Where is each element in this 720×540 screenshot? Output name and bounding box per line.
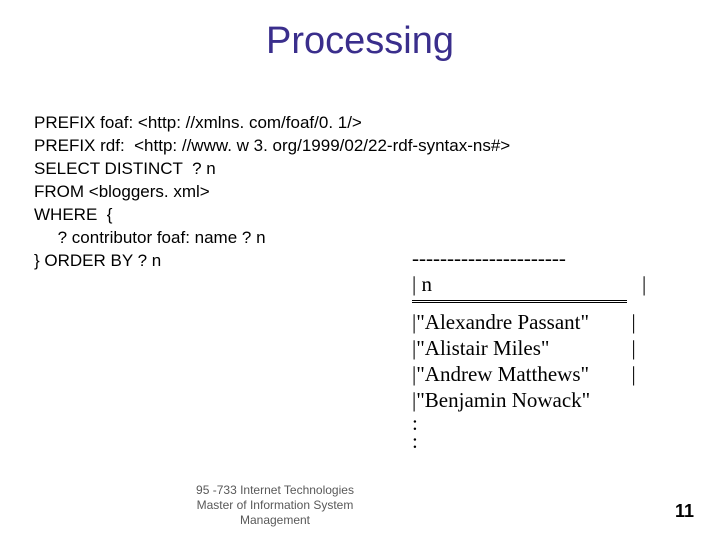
footer-line: Management xyxy=(160,513,390,528)
results-separator-top: ---------------------- xyxy=(412,245,646,271)
results-trailing-dots: : xyxy=(412,432,646,451)
footer-line: 95 -733 Internet Technologies xyxy=(160,483,390,498)
slide-title: Processing xyxy=(0,20,720,63)
row-end: | xyxy=(626,362,635,386)
query-line: ? contributor foaf: name ? n xyxy=(34,228,266,247)
query-line: } ORDER BY ? n xyxy=(34,251,161,270)
results-header-col: | n xyxy=(412,271,642,297)
row-value: "Benjamin Nowack" xyxy=(416,387,626,413)
query-line: FROM <bloggers. xml> xyxy=(34,182,210,201)
query-line: SELECT DISTINCT ? n xyxy=(34,159,216,178)
query-line: PREFIX rdf: <http: //www. w 3. org/1999/… xyxy=(34,136,510,155)
results-row: | "Alexandre Passant" | xyxy=(412,309,646,335)
query-line: PREFIX foaf: <http: //xmlns. com/foaf/0.… xyxy=(34,113,362,132)
row-end: | xyxy=(626,336,635,360)
footer-line: Master of Information System xyxy=(160,498,390,513)
page-number: 11 xyxy=(675,501,694,522)
row-value: "Andrew Matthews" xyxy=(416,361,626,387)
row-value: "Alistair Miles" xyxy=(416,335,626,361)
footer-center: 95 -733 Internet Technologies Master of … xyxy=(160,483,390,528)
results-row: | "Alistair Miles" | xyxy=(412,335,646,361)
results-row: | "Andrew Matthews" | xyxy=(412,361,646,387)
slide: Processing PREFIX foaf: <http: //xmlns. … xyxy=(0,0,720,540)
results-header-end: | xyxy=(642,272,646,296)
row-value: "Alexandre Passant" xyxy=(416,309,626,335)
results-block: ---------------------- | n| | "Alexandre… xyxy=(412,245,646,451)
query-line: WHERE { xyxy=(34,205,112,224)
results-row: | "Benjamin Nowack" xyxy=(412,387,646,413)
results-trailing-dots: : xyxy=(412,414,646,433)
results-double-rule xyxy=(412,300,627,303)
results-header-row: | n| xyxy=(412,271,646,297)
row-end: | xyxy=(626,310,635,334)
